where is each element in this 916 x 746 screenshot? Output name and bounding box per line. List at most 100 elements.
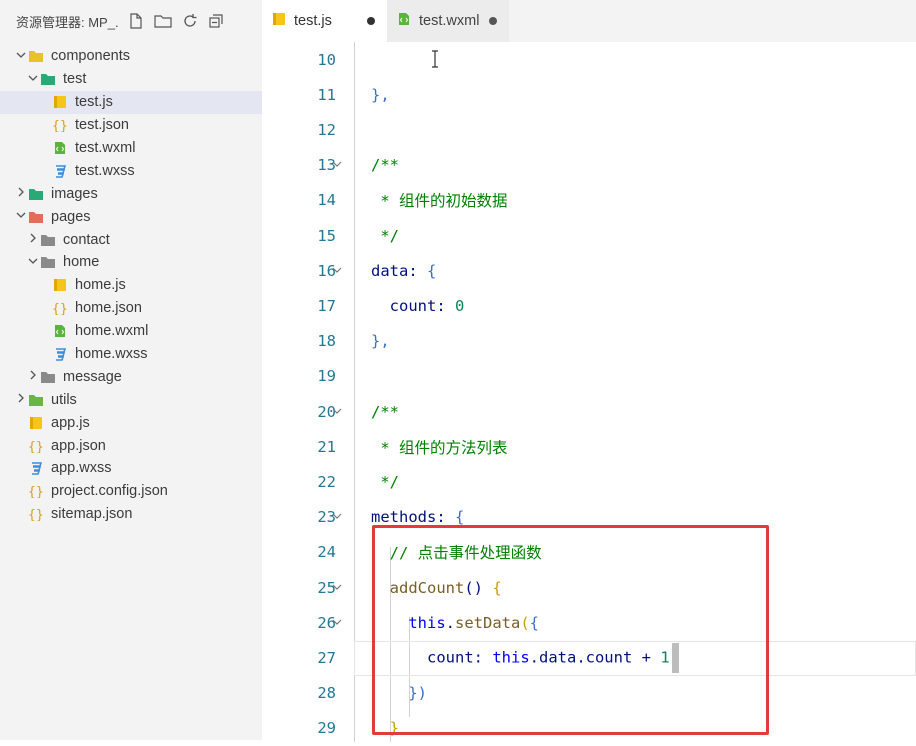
code-line[interactable]: 22 */ xyxy=(262,464,916,499)
code-token: : xyxy=(408,261,427,280)
json-file-icon: {} xyxy=(52,300,68,316)
components-folder-icon xyxy=(28,48,44,64)
sidebar-item-label: test.js xyxy=(75,94,113,111)
code-editor[interactable]: 10 11}, 12 13/** 14 * 组件的初始数据 15 */16 data: {1… xyxy=(262,42,916,742)
sidebar-item-components[interactable]: components xyxy=(0,45,262,68)
fold-chevron-icon[interactable] xyxy=(332,405,342,419)
sidebar-item-app-wxss[interactable]: app.wxss xyxy=(0,457,262,480)
sidebar-item-utils[interactable]: utils xyxy=(0,388,262,411)
code-line[interactable]: 19 xyxy=(262,359,916,394)
fold-chevron-icon[interactable] xyxy=(332,581,342,595)
svg-text:{}: {} xyxy=(28,485,44,498)
chevron-right-icon xyxy=(14,187,28,200)
sidebar-item-label: message xyxy=(63,368,122,385)
line-number: 22 xyxy=(317,472,336,491)
code-token: /** xyxy=(371,402,399,421)
code-line[interactable]: 20 /** xyxy=(262,394,916,429)
chevron-right-icon xyxy=(14,393,28,406)
code-line[interactable]: 28 }) xyxy=(262,676,916,711)
sidebar-item-app-js[interactable]: app.js xyxy=(0,411,262,434)
fold-chevron-icon[interactable] xyxy=(332,264,342,278)
refresh-icon[interactable] xyxy=(182,13,198,29)
sidebar-item-home-json[interactable]: {} home.json xyxy=(0,297,262,320)
sidebar-item-home-wxss[interactable]: home.wxss xyxy=(0,343,262,366)
sidebar-item-sitemap-json[interactable]: {} sitemap.json xyxy=(0,503,262,526)
code-text: * 组件的方法列表 xyxy=(371,436,507,458)
sidebar-item-label: home.wxss xyxy=(75,346,148,363)
fold-chevron-icon[interactable] xyxy=(332,158,342,172)
code-token: setData xyxy=(455,613,521,632)
code-text: this.setData({ xyxy=(371,614,539,632)
code-token: * 组件的初始数据 xyxy=(371,192,508,211)
code-line[interactable]: 10 xyxy=(262,42,916,77)
js-file-icon xyxy=(52,94,68,110)
sidebar-item-test-wxss[interactable]: test.wxss xyxy=(0,159,262,182)
unsaved-dot-icon[interactable] xyxy=(489,17,497,25)
sidebar-item-test-wxml[interactable]: test.wxml xyxy=(0,137,262,160)
line-number: 13 xyxy=(317,156,336,175)
sidebar-item-home-wxml[interactable]: home.wxml xyxy=(0,320,262,343)
sidebar-item-test-js[interactable]: test.js xyxy=(0,90,262,114)
code-line[interactable]: 13 /** xyxy=(262,148,916,183)
code-line[interactable]: 15 */ xyxy=(262,218,916,253)
code-line[interactable]: 18}, xyxy=(262,324,916,359)
sidebar-item-pages[interactable]: pages xyxy=(0,205,262,228)
collapse-all-icon[interactable] xyxy=(208,13,224,29)
sidebar-item-contact[interactable]: contact xyxy=(0,228,262,251)
text-caret xyxy=(671,642,679,673)
code-token: // 点击事件处理函数 xyxy=(371,544,542,563)
sidebar-item-home[interactable]: home xyxy=(0,251,262,274)
sidebar-item-label: home.json xyxy=(75,300,142,317)
code-token: { xyxy=(427,261,437,280)
line-number: 19 xyxy=(317,367,336,386)
line-number: 27 xyxy=(317,648,336,667)
js-file-icon xyxy=(28,415,44,431)
sidebar-item-label: app.wxss xyxy=(51,460,112,477)
editor-tabs: test.js test.wxml xyxy=(262,0,916,42)
sidebar-item-label: components xyxy=(51,48,130,65)
home-folder-icon xyxy=(40,254,56,270)
sidebar-item-message[interactable]: message xyxy=(0,365,262,388)
code-line[interactable]: 27 count: this.data.count + 1 xyxy=(262,640,916,675)
code-text: */ xyxy=(371,227,399,245)
code-line[interactable]: 12 xyxy=(262,112,916,147)
code-line[interactable]: 14 * 组件的初始数据 xyxy=(262,183,916,218)
code-line[interactable]: 21 * 组件的方法列表 xyxy=(262,429,916,464)
sidebar-item-project-config-json[interactable]: {} project.config.json xyxy=(0,480,262,503)
sidebar-item-label: sitemap.json xyxy=(51,506,133,523)
new-file-icon[interactable] xyxy=(128,13,144,29)
code-text: }) xyxy=(371,684,427,702)
sidebar-item-label: app.js xyxy=(51,414,90,431)
code-line[interactable]: 29 } xyxy=(262,711,916,746)
tab-test-js[interactable]: test.js xyxy=(262,0,387,42)
tab-test-wxml[interactable]: test.wxml xyxy=(387,0,509,42)
line-number: 28 xyxy=(317,684,336,703)
sidebar-item-test[interactable]: test xyxy=(0,68,262,91)
code-line[interactable]: 24 // 点击事件处理函数 xyxy=(262,535,916,570)
code-line[interactable]: 26 this.setData({ xyxy=(262,605,916,640)
code-line[interactable]: 17 count: 0 xyxy=(262,288,916,323)
new-folder-icon[interactable] xyxy=(154,13,172,29)
sidebar-item-app-json[interactable]: {} app.json xyxy=(0,434,262,457)
fold-chevron-icon[interactable] xyxy=(332,510,342,524)
code-token: */ xyxy=(371,226,399,245)
json-file-icon: {} xyxy=(52,117,68,133)
line-number: 11 xyxy=(317,85,336,104)
fold-chevron-icon[interactable] xyxy=(332,616,342,630)
sidebar-item-home-js[interactable]: home.js xyxy=(0,274,262,297)
line-number: 21 xyxy=(317,437,336,456)
code-line[interactable]: 16 data: { xyxy=(262,253,916,288)
code-text: */ xyxy=(371,473,399,491)
svg-text:{}: {} xyxy=(28,508,44,521)
file-tree: components test test.js {} test.json test.wxm… xyxy=(0,45,262,526)
contact-folder-icon xyxy=(40,232,56,248)
sidebar-item-test-json[interactable]: {} test.json xyxy=(0,114,262,137)
sidebar-item-label: home xyxy=(63,254,100,271)
json-file-icon: {} xyxy=(28,438,44,454)
unsaved-dot-icon[interactable] xyxy=(367,17,375,25)
sidebar-item-images[interactable]: images xyxy=(0,182,262,205)
code-line[interactable]: 23 methods: { xyxy=(262,500,916,535)
code-line[interactable]: 11}, xyxy=(262,77,916,112)
wxml-file-icon xyxy=(52,140,68,156)
code-line[interactable]: 25 addCount() { xyxy=(262,570,916,605)
